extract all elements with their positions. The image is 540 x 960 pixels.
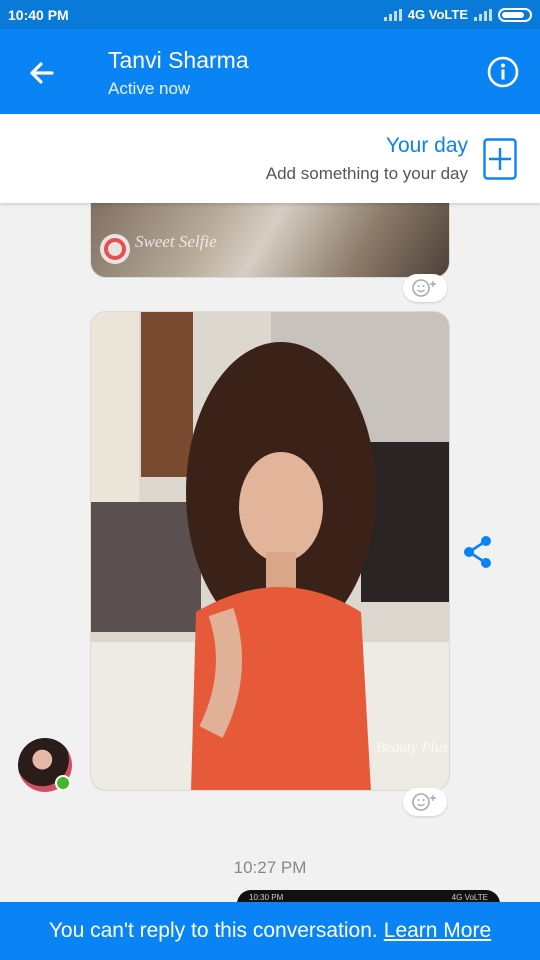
network-label: 4G VoLTE <box>407 7 468 22</box>
signal-icon-2 <box>474 8 492 21</box>
back-arrow-icon[interactable] <box>22 53 62 93</box>
battery-icon <box>498 7 532 22</box>
status-bar: 10:40 PM 4G VoLTE <box>0 0 540 29</box>
message-timestamp: 10:27 PM <box>233 858 307 877</box>
contact-name[interactable]: Tanvi Sharma <box>108 47 249 74</box>
online-indicator <box>55 775 71 791</box>
reply-disabled-banner: You can't reply to this conversation. Le… <box>0 902 540 960</box>
status-time: 10:40 PM <box>8 6 69 23</box>
signal-icon <box>383 8 402 21</box>
learn-more-link[interactable]: Learn More <box>384 919 491 943</box>
peek-network: 4G VoLTE <box>451 893 488 902</box>
your-day-subtitle: Add something to your day <box>265 164 468 183</box>
plus-icon[interactable] <box>483 138 517 182</box>
conversation-header: Tanvi Sharma Active now <box>0 29 540 114</box>
info-icon[interactable] <box>486 55 520 89</box>
share-icon[interactable] <box>462 535 494 569</box>
status-icons: 4G VoLTE <box>383 7 532 22</box>
photo-watermark: Beauty Plus <box>376 740 448 756</box>
photo-content: Beauty Plus <box>91 312 449 790</box>
photo-watermark: Sweet Selfie <box>135 232 217 251</box>
active-status: Active now <box>108 79 191 98</box>
photo-message[interactable]: Beauty Plus <box>90 311 450 791</box>
your-day-banner[interactable]: Your day Add something to your day <box>0 114 540 203</box>
peek-time: 10:30 PM <box>249 893 284 902</box>
your-day-title: Your day <box>385 134 468 157</box>
emoji-react-icon[interactable] <box>403 274 447 302</box>
reply-disabled-text: You can't reply to this conversation. <box>48 919 378 942</box>
emoji-react-icon[interactable] <box>403 788 447 816</box>
